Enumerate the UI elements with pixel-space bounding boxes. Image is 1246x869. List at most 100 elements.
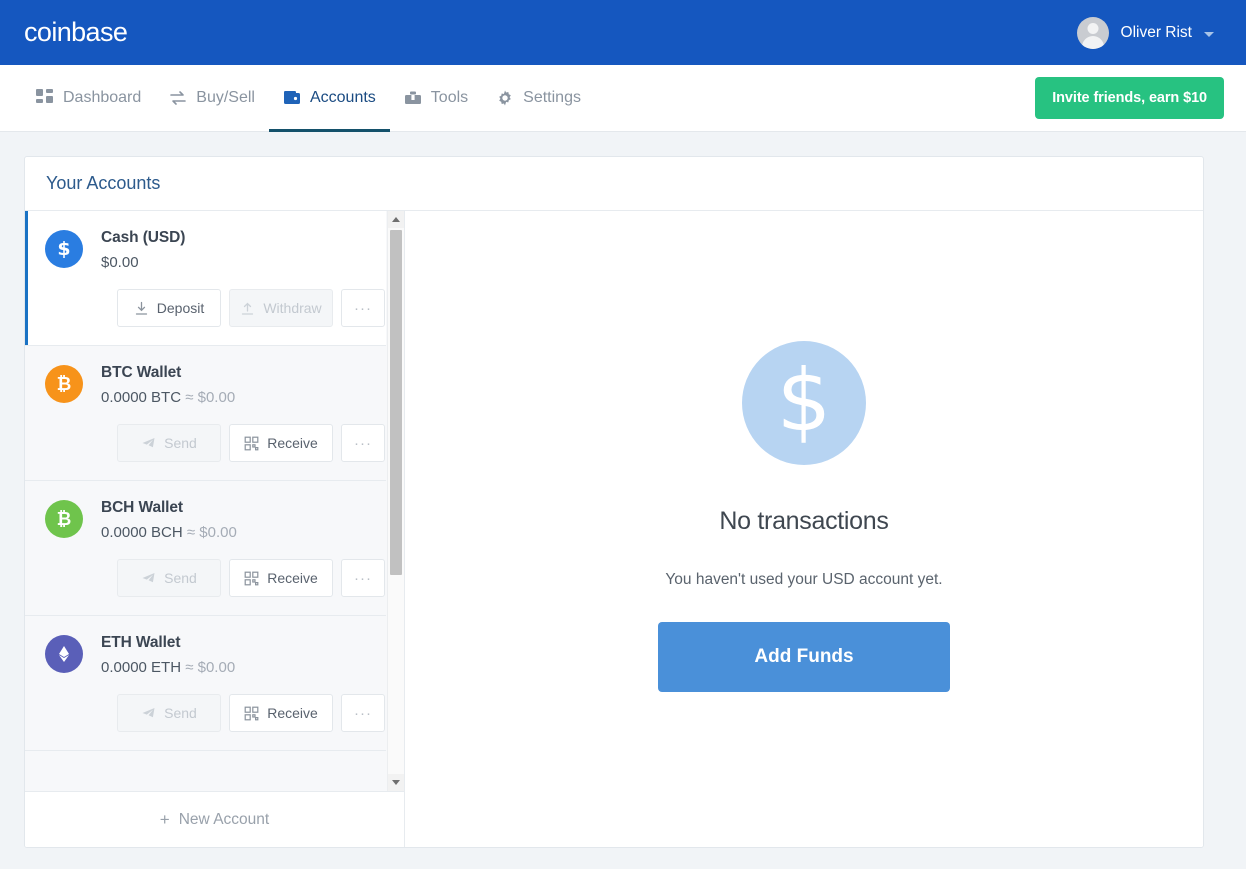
accounts-scrollbar[interactable] <box>387 211 404 791</box>
new-account-label: New Account <box>178 810 270 828</box>
send-button[interactable]: Send <box>117 424 221 462</box>
send-button[interactable]: Send <box>117 559 221 597</box>
coinbase-logo[interactable]: coinbase <box>24 17 128 48</box>
more-options-button[interactable]: ··· <box>341 559 385 597</box>
main-navigation: Dashboard Buy/Sell Accounts Tools Settin <box>0 65 1246 132</box>
withdraw-button[interactable]: Withdraw <box>229 289 333 327</box>
plus-icon: + <box>159 810 170 829</box>
nav-items: Dashboard Buy/Sell Accounts Tools Settin <box>22 65 595 132</box>
top-bar: coinbase Oliver Rist <box>0 0 1246 65</box>
svg-text:₿: ₿ <box>57 509 72 530</box>
card-header: Your Accounts <box>25 157 1203 211</box>
account-balance-crypto: 0.0000 ETH <box>101 659 182 676</box>
account-balance: 0.0000 BCH ≈ $0.00 <box>101 524 237 541</box>
gear-icon <box>496 89 514 107</box>
account-actions: Deposit Withdraw ··· <box>117 289 385 327</box>
account-row-cash-usd[interactable]: $ Cash (USD) $0.00 Deposit Withdraw ··· <box>25 211 386 346</box>
account-summary: ETH Wallet 0.0000 ETH ≈ $0.00 <box>41 632 370 676</box>
page-content: Your Accounts $ Cash (USD) $0.00 Deposit… <box>0 132 1246 869</box>
account-balance: 0.0000 BTC ≈ $0.00 <box>101 389 235 406</box>
user-menu[interactable]: Oliver Rist <box>1076 16 1214 49</box>
accounts-card: Your Accounts $ Cash (USD) $0.00 Deposit… <box>24 156 1204 848</box>
svg-text:$: $ <box>57 238 70 260</box>
nav-item-buy-sell[interactable]: Buy/Sell <box>155 65 269 131</box>
nav-item-dashboard[interactable]: Dashboard <box>22 65 155 131</box>
account-balance-fiat: $0.00 <box>199 524 237 541</box>
more-options-button[interactable]: ··· <box>341 424 385 462</box>
accounts-scroll-area: $ Cash (USD) $0.00 Deposit Withdraw ··· … <box>25 211 404 791</box>
account-approx-sign: ≈ <box>185 389 194 406</box>
accounts-list: $ Cash (USD) $0.00 Deposit Withdraw ··· … <box>25 211 386 791</box>
page-title: Your Accounts <box>46 173 161 193</box>
account-summary: ₿ BTC Wallet 0.0000 BTC ≈ $0.00 <box>41 362 370 406</box>
account-row-eth-wallet[interactable]: ETH Wallet 0.0000 ETH ≈ $0.00 Send Recei… <box>25 616 386 751</box>
deposit-button[interactable]: Deposit <box>117 289 221 327</box>
nav-item-settings[interactable]: Settings <box>482 65 595 131</box>
upload-arrow-icon <box>240 301 255 316</box>
bitcoin-cash-icon: ₿ <box>45 500 83 538</box>
receive-button[interactable]: Receive <box>229 424 333 462</box>
account-balance: $0.00 <box>101 254 185 271</box>
nav-item-accounts[interactable]: Accounts <box>268 65 390 132</box>
receive-label: Receive <box>267 435 318 451</box>
scroll-down-arrow-icon[interactable] <box>388 774 404 791</box>
account-row-btc-wallet[interactable]: ₿ BTC Wallet 0.0000 BTC ≈ $0.00 Send Rec… <box>25 346 386 481</box>
nav-label-accounts: Accounts <box>309 89 376 106</box>
avatar <box>1076 16 1109 49</box>
nav-label-dashboard: Dashboard <box>63 89 142 106</box>
send-paper-plane-icon <box>141 436 156 451</box>
send-label: Send <box>164 705 197 721</box>
wallet-icon <box>283 89 301 107</box>
nav-item-tools[interactable]: Tools <box>390 65 482 131</box>
exchange-arrows-icon <box>169 89 187 107</box>
receive-label: Receive <box>267 705 318 721</box>
scroll-up-arrow-icon[interactable] <box>388 211 404 228</box>
account-text: ETH Wallet 0.0000 ETH ≈ $0.00 <box>101 632 235 676</box>
user-name-label: Oliver Rist <box>1120 23 1192 41</box>
bitcoin-icon: ₿ <box>45 365 83 403</box>
send-paper-plane-icon <box>141 706 156 721</box>
account-text: BCH Wallet 0.0000 BCH ≈ $0.00 <box>101 497 237 541</box>
chevron-down-icon <box>1204 31 1214 37</box>
account-row-bch-wallet[interactable]: ₿ BCH Wallet 0.0000 BCH ≈ $0.00 Send Rec… <box>25 481 386 616</box>
scrollbar-thumb[interactable] <box>390 230 402 575</box>
grid-icon <box>36 89 54 107</box>
account-name: BCH Wallet <box>101 499 183 516</box>
account-actions: Send Receive ··· <box>117 559 385 597</box>
send-button[interactable]: Send <box>117 694 221 732</box>
new-account-button[interactable]: + New Account <box>25 791 404 847</box>
card-body: $ Cash (USD) $0.00 Deposit Withdraw ··· … <box>25 211 1203 847</box>
transactions-panel: $ No transactions You haven't used your … <box>405 211 1203 847</box>
add-funds-button[interactable]: Add Funds <box>658 622 950 692</box>
send-paper-plane-icon <box>141 571 156 586</box>
dollar-circle-icon: $ <box>742 341 866 465</box>
nav-label-buy-sell: Buy/Sell <box>196 89 255 106</box>
account-balance: 0.0000 ETH ≈ $0.00 <box>101 659 235 676</box>
receive-button[interactable]: Receive <box>229 694 333 732</box>
toolbox-icon <box>404 89 422 107</box>
receive-label: Receive <box>267 570 318 586</box>
receive-button[interactable]: Receive <box>229 559 333 597</box>
download-arrow-icon <box>134 301 149 316</box>
send-label: Send <box>164 435 197 451</box>
account-balance-crypto: 0.0000 BTC <box>101 389 182 406</box>
ethereum-icon <box>45 635 83 673</box>
more-options-button[interactable]: ··· <box>341 289 385 327</box>
qr-code-icon <box>244 571 259 586</box>
account-balance-fiat: $0.00 <box>197 659 236 676</box>
send-label: Send <box>164 570 197 586</box>
account-summary: $ Cash (USD) $0.00 <box>41 227 370 271</box>
more-options-button[interactable]: ··· <box>341 694 385 732</box>
account-balance-crypto: 0.0000 BCH <box>101 524 183 541</box>
invite-friends-button[interactable]: Invite friends, earn $10 <box>1035 77 1224 119</box>
empty-state-title: No transactions <box>719 507 889 535</box>
account-name: BTC Wallet <box>101 364 182 381</box>
withdraw-label: Withdraw <box>263 300 322 316</box>
account-text: BTC Wallet 0.0000 BTC ≈ $0.00 <box>101 362 235 406</box>
account-approx-sign: ≈ <box>185 659 194 676</box>
scrollbar-track[interactable] <box>388 228 404 774</box>
qr-code-icon <box>244 436 259 451</box>
account-summary: ₿ BCH Wallet 0.0000 BCH ≈ $0.00 <box>41 497 370 541</box>
svg-text:₿: ₿ <box>57 374 72 395</box>
account-balance-crypto: $0.00 <box>101 254 139 271</box>
